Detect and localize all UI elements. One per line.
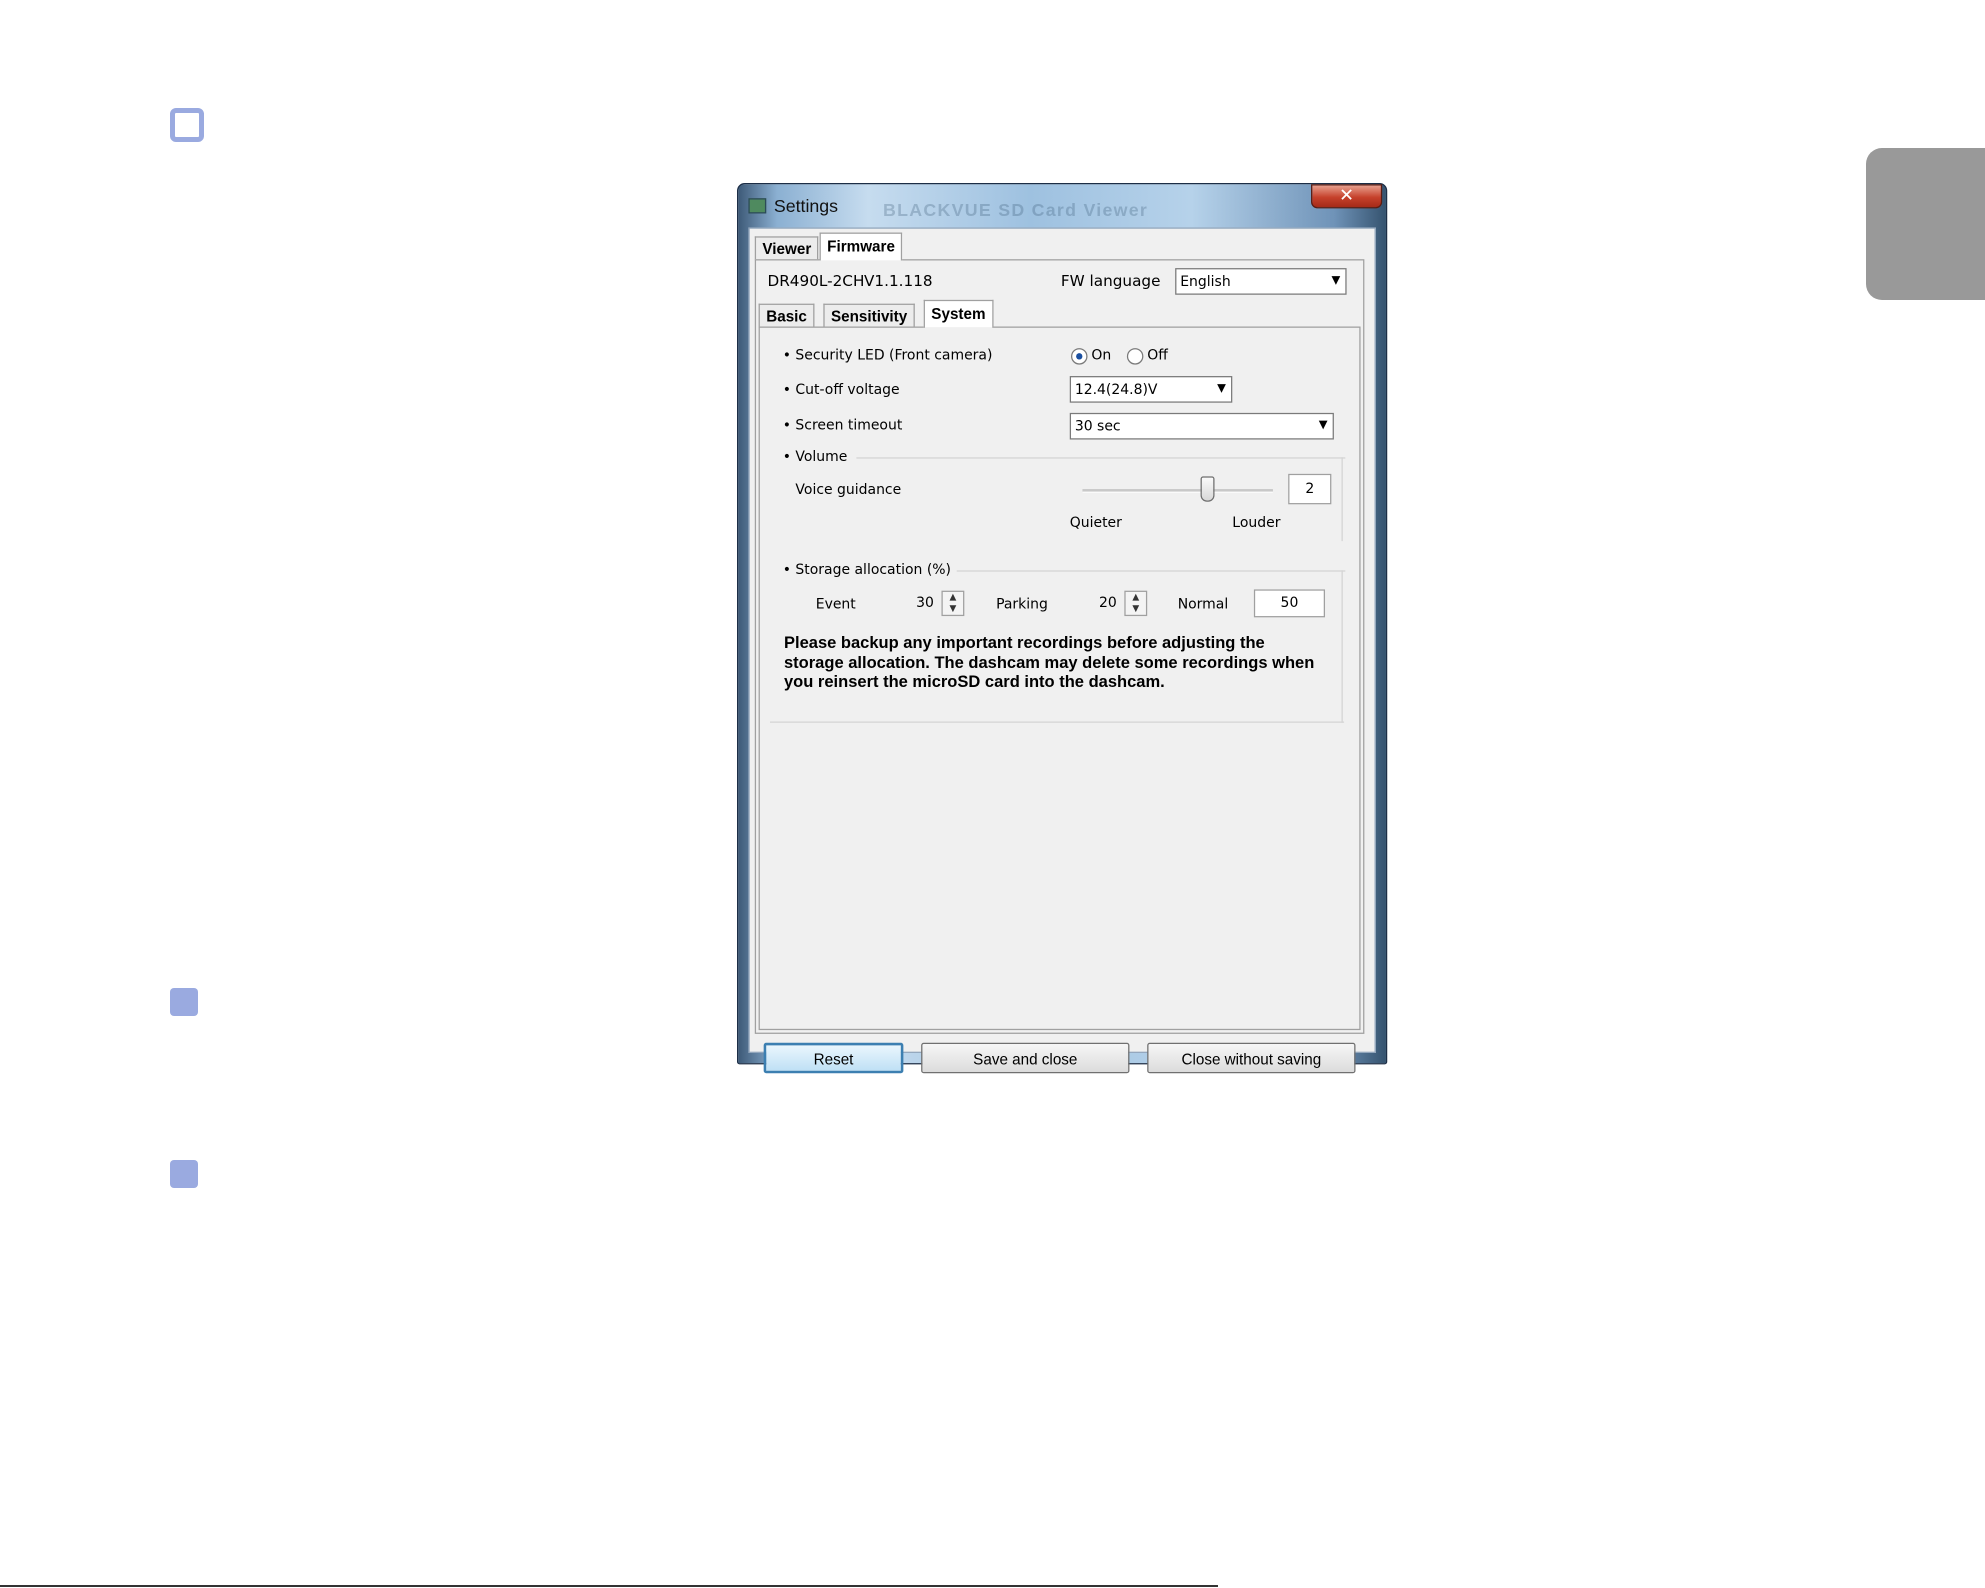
section-marker bbox=[170, 988, 198, 1016]
chevron-down-icon: ▼ bbox=[1217, 382, 1226, 396]
spin-down-icon[interactable]: ▼ bbox=[943, 603, 963, 614]
security-led-label: • Security LED (Front camera) bbox=[782, 346, 993, 364]
fw-language-value: English bbox=[1180, 273, 1231, 290]
section-marker-outline bbox=[170, 108, 204, 142]
security-led-on-label: On bbox=[1091, 346, 1112, 364]
tab-firmware[interactable]: Firmware bbox=[819, 232, 903, 261]
spin-down-icon[interactable]: ▼ bbox=[1126, 603, 1146, 614]
parking-spinner[interactable]: ▲ ▼ bbox=[1124, 590, 1148, 617]
voice-guidance-slider-track bbox=[1082, 489, 1273, 493]
parking-input[interactable]: 20 bbox=[1068, 591, 1117, 616]
title-bar: Settings BLACKVUE SD Card Viewer bbox=[743, 189, 1381, 222]
window-frame: Settings BLACKVUE SD Card Viewer ✕ Viewe… bbox=[737, 183, 1388, 1074]
app-icon bbox=[748, 198, 767, 214]
close-button[interactable]: ✕ bbox=[1311, 184, 1383, 209]
screen-timeout-value: 30 sec bbox=[1074, 417, 1121, 435]
spin-up-icon[interactable]: ▲ bbox=[1126, 592, 1146, 603]
window-title: Settings bbox=[773, 195, 839, 217]
volume-group-border bbox=[1341, 457, 1343, 542]
voice-guidance-value: 2 bbox=[1288, 473, 1332, 505]
storage-allocation-label: • Storage allocation (%) bbox=[782, 561, 951, 578]
firmware-panel: DR490L-2CH V1.1.118 FW language English … bbox=[754, 259, 1365, 1034]
fw-language-select[interactable]: English ▼ bbox=[1175, 268, 1347, 295]
voice-guidance-slider-thumb[interactable] bbox=[1199, 476, 1214, 502]
security-led-off-radio[interactable] bbox=[1126, 348, 1144, 365]
security-led-off-label: Off bbox=[1147, 346, 1168, 364]
chevron-down-icon: ▼ bbox=[1318, 419, 1328, 432]
slider-min-label: Quieter bbox=[1069, 514, 1122, 531]
tab-viewer[interactable]: Viewer bbox=[754, 236, 819, 261]
background-window-title: BLACKVUE SD Card Viewer bbox=[883, 199, 1149, 220]
storage-group-bottom bbox=[770, 721, 1345, 723]
event-spinner[interactable]: ▲ ▼ bbox=[941, 590, 965, 617]
section-marker bbox=[170, 1160, 198, 1188]
slider-max-label: Louder bbox=[1232, 514, 1281, 531]
volume-label: • Volume bbox=[782, 448, 848, 465]
voice-guidance-label: Voice guidance bbox=[795, 481, 902, 498]
screen-timeout-select[interactable]: 30 sec ▼ bbox=[1069, 412, 1334, 440]
settings-window: Settings BLACKVUE SD Card Viewer ✕ Viewe… bbox=[737, 183, 1388, 1074]
event-label: Event bbox=[815, 595, 856, 613]
storage-warning-text: Please backup any important recordings b… bbox=[783, 632, 1315, 691]
side-chapter-tab bbox=[1866, 148, 1985, 300]
close-without-saving-button[interactable]: Close without saving bbox=[1147, 1042, 1356, 1074]
cutoff-voltage-value: 12.4(24.8)V bbox=[1074, 381, 1158, 398]
save-and-close-button[interactable]: Save and close bbox=[921, 1042, 1130, 1074]
cutoff-voltage-label: • Cut-off voltage bbox=[782, 381, 900, 398]
system-panel: • Security LED (Front camera) On Off • C… bbox=[758, 326, 1361, 1031]
tab-system[interactable]: System bbox=[923, 299, 994, 328]
storage-group-border bbox=[1341, 570, 1343, 723]
screen-timeout-label: • Screen timeout bbox=[782, 416, 903, 434]
tab-basic[interactable]: Basic bbox=[758, 303, 815, 328]
model-name: DR490L-2CH bbox=[767, 271, 865, 290]
normal-value: 50 bbox=[1253, 589, 1326, 618]
tab-sensitivity[interactable]: Sensitivity bbox=[823, 303, 915, 328]
close-icon: ✕ bbox=[1339, 185, 1355, 206]
event-input[interactable]: 30 bbox=[883, 591, 934, 616]
fw-language-label: FW language bbox=[1060, 271, 1161, 290]
cutoff-voltage-select[interactable]: 12.4(24.8)V ▼ bbox=[1069, 376, 1233, 403]
volume-group-line bbox=[856, 457, 1346, 459]
reset-button[interactable]: Reset bbox=[763, 1042, 904, 1074]
parking-label: Parking bbox=[996, 595, 1048, 613]
window-client: Viewer Firmware DR490L-2CH V1.1.118 FW l… bbox=[748, 227, 1376, 1074]
firmware-version: V1.1.118 bbox=[864, 271, 933, 290]
storage-group-line bbox=[956, 570, 1346, 572]
footer-rule bbox=[0, 1585, 1218, 1587]
spin-up-icon[interactable]: ▲ bbox=[943, 592, 963, 603]
chevron-down-icon: ▼ bbox=[1331, 274, 1341, 288]
security-led-on-radio[interactable] bbox=[1071, 348, 1088, 365]
normal-label: Normal bbox=[1177, 595, 1229, 613]
